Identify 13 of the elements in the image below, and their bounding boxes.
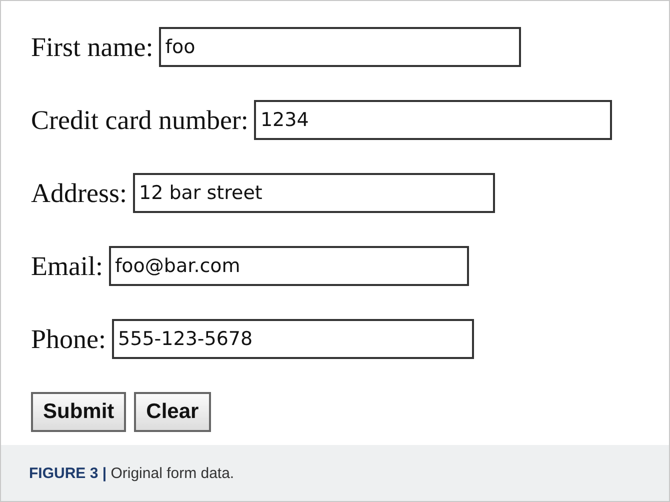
- input-field[interactable]: foo@bar.com: [108, 246, 469, 286]
- clear-button[interactable]: Clear: [134, 392, 211, 432]
- field-label: Phone:: [31, 324, 106, 354]
- input-field[interactable]: foo: [159, 27, 522, 67]
- field-label: First name:: [31, 32, 154, 62]
- figure-caption: FIGURE 3 | Original form data.: [29, 464, 234, 482]
- field-label: Address:: [31, 178, 127, 208]
- submit-button[interactable]: Submit: [31, 392, 126, 432]
- field-label: Credit card number:: [31, 104, 248, 136]
- input-field[interactable]: 555-123-5678: [112, 319, 474, 359]
- input-field[interactable]: 1234: [254, 100, 612, 140]
- input-field[interactable]: 12 bar street: [133, 173, 495, 213]
- field-label: Email:: [31, 250, 103, 282]
